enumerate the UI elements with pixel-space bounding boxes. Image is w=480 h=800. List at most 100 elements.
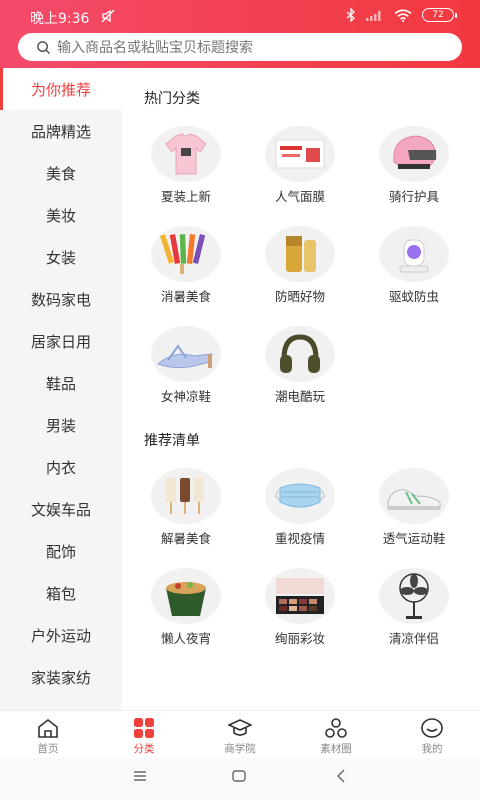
battery-level: 72 bbox=[432, 10, 444, 20]
category-content: 热门分类 夏装上新 人气面膜 骑行护具消暑美食 防晒好物 驱蚊防虫女神凉鞋 潮电酷玩 推荐… bbox=[122, 68, 480, 710]
ice-cream-bar-icon bbox=[151, 468, 221, 524]
hot-category-item[interactable]: 人气面膜 bbox=[243, 126, 357, 216]
sidebar-item-11[interactable]: 配饰 bbox=[0, 530, 122, 572]
eyeshadow-palette-icon bbox=[265, 568, 335, 624]
sidebar-item-14[interactable]: 家装家纺 bbox=[0, 656, 122, 698]
headphones-icon bbox=[265, 326, 335, 382]
helmet-icon bbox=[379, 126, 449, 182]
hot-category-item[interactable]: 骑行护具 bbox=[357, 126, 471, 216]
search-icon bbox=[37, 40, 51, 54]
sidebar-item-label: 箱包 bbox=[45, 584, 76, 603]
tab-profile[interactable]: 我的 bbox=[384, 711, 480, 759]
category-label: 驱蚊防虫 bbox=[388, 289, 439, 304]
sidebar-item-4[interactable]: 女装 bbox=[0, 236, 122, 278]
hot-section-title: 热门分类 bbox=[144, 91, 200, 107]
sidebar-item-label: 文娱车品 bbox=[30, 500, 91, 519]
sidebar-item-6[interactable]: 居家日用 bbox=[0, 320, 122, 362]
home-icon bbox=[36, 717, 60, 739]
search-bar[interactable]: 输入商品名或粘贴宝贝标题搜索 bbox=[18, 33, 462, 61]
tab-label: 首页 bbox=[37, 743, 59, 755]
sidebar-item-label: 女装 bbox=[45, 248, 76, 267]
sidebar-item-2[interactable]: 美食 bbox=[0, 152, 122, 194]
sidebar-item-label: 男装 bbox=[45, 416, 76, 435]
tab-label: 分类 bbox=[133, 743, 155, 755]
battery-icon: 72 bbox=[422, 8, 457, 22]
sidebar-item-12[interactable]: 箱包 bbox=[0, 572, 122, 614]
sidebar-item-8[interactable]: 男装 bbox=[0, 404, 122, 446]
mute-icon bbox=[101, 9, 115, 23]
mosquito-lamp-icon bbox=[379, 226, 449, 282]
popsicle-icon bbox=[151, 226, 221, 282]
instant-noodle-icon bbox=[151, 568, 221, 624]
sidebar-item-1[interactable]: 品牌精选 bbox=[0, 110, 122, 152]
sidebar-item-0[interactable]: 为你推荐 bbox=[0, 68, 122, 110]
home-button-icon[interactable] bbox=[231, 768, 247, 788]
menu-icon[interactable] bbox=[132, 768, 148, 788]
tab-label: 商学院 bbox=[224, 743, 256, 755]
sidebar-item-label: 品牌精选 bbox=[30, 122, 91, 141]
search-input[interactable]: 输入商品名或粘贴宝贝标题搜索 bbox=[57, 37, 253, 57]
category-label: 潮电酷玩 bbox=[274, 389, 325, 404]
sidebar-item-10[interactable]: 文娱车品 bbox=[0, 488, 122, 530]
tab-home[interactable]: 首页 bbox=[0, 711, 96, 759]
sidebar-item-label: 配饰 bbox=[45, 542, 76, 561]
tab-category[interactable]: 分类 bbox=[96, 711, 192, 759]
recommend-section-title: 推荐清单 bbox=[144, 433, 200, 449]
category-label: 懒人夜宵 bbox=[160, 631, 211, 646]
sidebar-item-9[interactable]: 内衣 bbox=[0, 446, 122, 488]
sidebar-item-label: 美妆 bbox=[45, 206, 76, 225]
material-circle-icon bbox=[324, 717, 348, 739]
sidebar-item-5[interactable]: 数码家电 bbox=[0, 278, 122, 320]
hot-category-item[interactable]: 防晒好物 bbox=[243, 226, 357, 316]
sidebar-item-label: 鞋品 bbox=[45, 374, 76, 393]
category-label: 重视疫情 bbox=[274, 531, 325, 546]
sidebar-item-13[interactable]: 户外运动 bbox=[0, 614, 122, 656]
sidebar-item-3[interactable]: 美妆 bbox=[0, 194, 122, 236]
hot-category-item[interactable]: 消暑美食 bbox=[129, 226, 243, 316]
category-label: 清凉伴侣 bbox=[388, 631, 439, 646]
hot-category-item[interactable]: 女神凉鞋 bbox=[129, 326, 243, 416]
category-label: 防晒好物 bbox=[274, 289, 325, 304]
tab-label: 我的 bbox=[421, 743, 443, 755]
back-icon[interactable] bbox=[334, 768, 348, 788]
rec-category-item[interactable]: 透气运动鞋 bbox=[357, 468, 471, 558]
system-nav-bar bbox=[0, 758, 480, 800]
tab-graduation-cap[interactable]: 商学院 bbox=[192, 711, 288, 759]
rec-category-item[interactable]: 重视疫情 bbox=[243, 468, 357, 558]
sandal-icon bbox=[151, 326, 221, 382]
sunscreen-icon bbox=[265, 226, 335, 282]
hot-category-item[interactable]: 驱蚊防虫 bbox=[357, 226, 471, 316]
fan-icon bbox=[379, 568, 449, 624]
sidebar-item-label: 数码家电 bbox=[30, 290, 91, 309]
category-label: 骑行护具 bbox=[388, 189, 439, 204]
rec-category-item[interactable]: 解暑美食 bbox=[129, 468, 243, 558]
category-icon bbox=[132, 717, 156, 739]
header: 晚上9:36 72 输入商品名或粘贴宝贝标题搜索 bbox=[0, 0, 480, 68]
status-icons: 72 bbox=[346, 8, 457, 22]
face-mask-box-icon bbox=[265, 126, 335, 182]
rec-category-item[interactable]: 清凉伴侣 bbox=[357, 568, 471, 658]
sidebar-item-label: 户外运动 bbox=[30, 626, 91, 645]
rec-category-item[interactable]: 懒人夜宵 bbox=[129, 568, 243, 658]
hot-category-item[interactable]: 潮电酷玩 bbox=[243, 326, 357, 416]
hot-category-item[interactable]: 夏装上新 bbox=[129, 126, 243, 216]
wifi-icon bbox=[394, 8, 412, 22]
sidebar-item-label: 内衣 bbox=[45, 458, 76, 477]
profile-icon bbox=[420, 717, 444, 739]
rec-category-item[interactable]: 绚丽彩妆 bbox=[243, 568, 357, 658]
sidebar-item-7[interactable]: 鞋品 bbox=[0, 362, 122, 404]
category-label: 解暑美食 bbox=[160, 531, 211, 546]
medical-mask-icon bbox=[265, 468, 335, 524]
sidebar-item-label: 美食 bbox=[45, 164, 76, 183]
bottom-tab-bar: 首页 分类 商学院 素材圈 我的 bbox=[0, 710, 480, 758]
category-sidebar[interactable]: 为你推荐品牌精选美食美妆女装数码家电居家日用鞋品男装内衣文娱车品配饰箱包户外运动… bbox=[0, 68, 122, 710]
tshirt-icon bbox=[151, 126, 221, 182]
graduation-cap-icon bbox=[227, 717, 253, 739]
category-label: 消暑美食 bbox=[160, 289, 211, 304]
category-label: 绚丽彩妆 bbox=[274, 631, 325, 646]
tab-material-circle[interactable]: 素材圈 bbox=[288, 711, 384, 759]
category-label: 透气运动鞋 bbox=[382, 531, 446, 546]
status-bar: 晚上9:36 72 bbox=[0, 0, 480, 32]
sidebar-item-label: 居家日用 bbox=[30, 332, 91, 351]
category-label: 夏装上新 bbox=[160, 189, 211, 204]
